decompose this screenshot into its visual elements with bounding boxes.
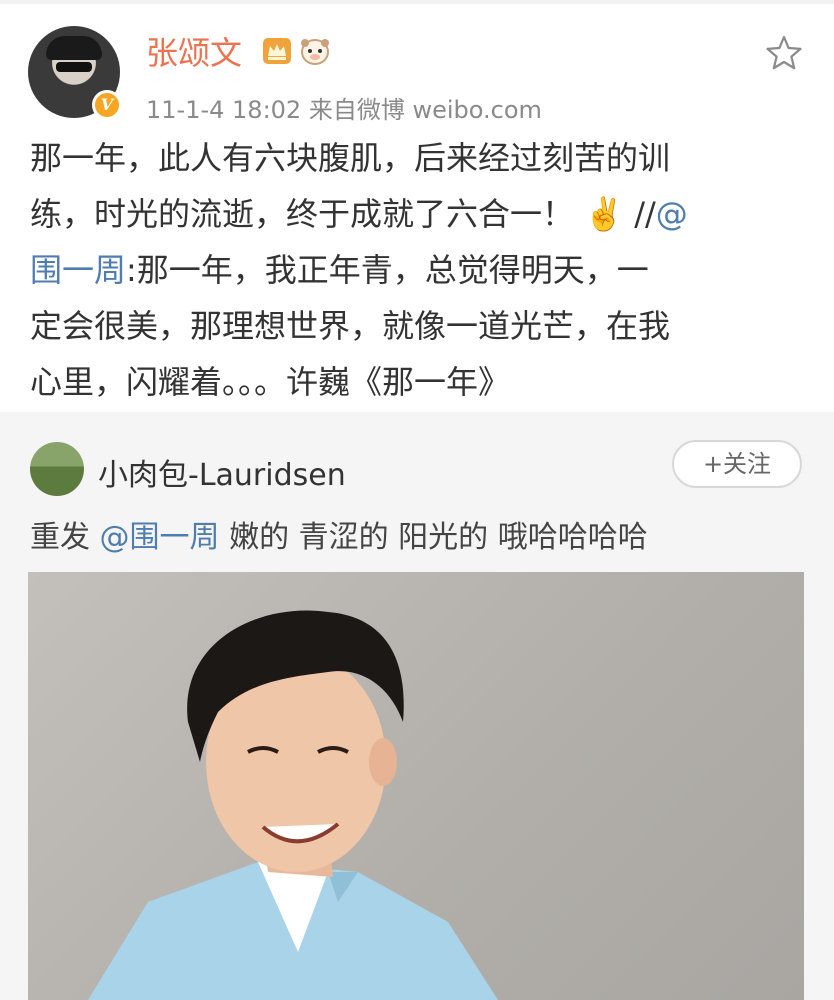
- reposted-card[interactable]: 小肉包-Lauridsen +关注 重发 @围一周 嫩的 青涩的 阳光的 哦哈哈…: [0, 412, 834, 1000]
- repost-text: 重发 @围一周 嫩的 青涩的 阳光的 哦哈哈哈哈: [30, 512, 648, 556]
- repost-author-avatar[interactable]: [30, 442, 84, 496]
- post-text-line: 心里，闪耀着。。。许巍《那一年》: [30, 363, 511, 401]
- post-text-line: 练，时光的流逝，终于成就了六合一！ ✌️ //: [30, 195, 656, 233]
- mention-at[interactable]: @: [656, 195, 688, 233]
- repost-body: 嫩的 青涩的 阳光的 哦哈哈哈哈: [219, 520, 648, 555]
- verified-icon: V: [92, 90, 122, 120]
- repost-mention-link[interactable]: @围一周: [100, 520, 220, 555]
- mention-link[interactable]: 围一周: [30, 251, 126, 289]
- crown-icon: [263, 38, 291, 64]
- weibo-post: V 张颂文 11-1-4 18:02 来自微博 weibo.com 那一年，此人…: [0, 4, 834, 412]
- repost-photo[interactable]: [28, 572, 804, 1000]
- follow-button[interactable]: +关注: [672, 440, 802, 488]
- portrait-illustration: [88, 610, 498, 1000]
- post-text-line: 那一年，此人有六块腹肌，后来经过刻苦的训: [30, 139, 671, 177]
- post-text-line: :那一年，我正年青，总觉得明天，一: [126, 251, 649, 289]
- face-icon: [301, 39, 329, 65]
- post-text: 那一年，此人有六块腹肌，后来经过刻苦的训 练，时光的流逝，终于成就了六合一！ ✌…: [30, 130, 810, 410]
- author-name[interactable]: 张颂文: [146, 28, 242, 74]
- star-icon[interactable]: [765, 34, 803, 72]
- post-text-line: 定会很美，那理想世界，就像一道光芒，在我: [30, 307, 671, 345]
- repost-author-name[interactable]: 小肉包-Lauridsen: [98, 450, 346, 494]
- repost-prefix: 重发: [30, 520, 100, 555]
- post-timestamp: 11-1-4 18:02 来自微博 weibo.com: [146, 96, 542, 124]
